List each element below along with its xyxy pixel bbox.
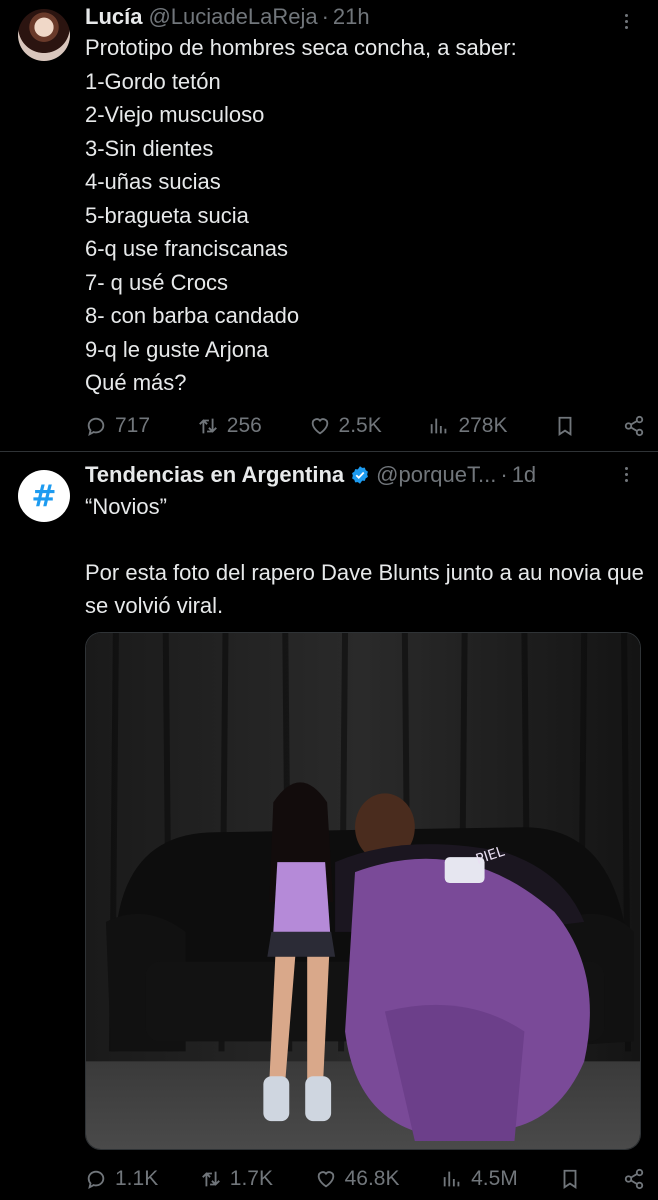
share-button[interactable] xyxy=(623,1168,645,1190)
action-bar: 717 256 2.5K 278K xyxy=(85,411,645,441)
repost-icon xyxy=(201,1171,220,1187)
views-button[interactable]: 4.5M xyxy=(441,1167,518,1191)
reply-button[interactable]: 717 xyxy=(85,414,150,438)
repost-button[interactable]: 1.7K xyxy=(200,1167,273,1191)
author-handle[interactable]: @LuciadeLaReja xyxy=(148,4,317,30)
author-handle[interactable]: @porqueT... xyxy=(376,462,496,488)
repost-count: 1.7K xyxy=(229,1167,273,1190)
tweet-header: Tendencias en Argentina @porqueT... · 1d xyxy=(85,462,536,488)
author-name[interactable]: Lucía xyxy=(85,4,142,30)
bookmark-button[interactable] xyxy=(554,415,576,437)
avatar[interactable]: # xyxy=(18,470,70,522)
like-button[interactable]: 2.5K xyxy=(309,414,382,438)
bookmark-icon xyxy=(563,1169,577,1189)
more-icon[interactable] xyxy=(616,9,636,33)
views-count: 278K xyxy=(458,414,508,437)
repost-button[interactable]: 256 xyxy=(197,414,262,438)
repost-count: 256 xyxy=(226,414,262,437)
verified-icon xyxy=(350,465,370,485)
separator: · xyxy=(500,462,508,487)
reply-icon xyxy=(87,1170,105,1190)
like-count: 2.5K xyxy=(338,414,382,437)
reply-count: 717 xyxy=(115,414,151,437)
like-icon xyxy=(311,418,328,435)
tweet-text: Prototipo de hombres seca concha, a sabe… xyxy=(85,35,517,395)
avatar[interactable] xyxy=(18,9,70,61)
timestamp[interactable]: 1d xyxy=(512,462,536,488)
views-icon xyxy=(443,1171,460,1187)
bookmark-icon xyxy=(558,416,572,436)
tweet-text: “Novios” Por esta foto del rapero Dave B… xyxy=(85,494,644,618)
like-button[interactable]: 46.8K xyxy=(315,1167,400,1191)
more-icon[interactable] xyxy=(616,462,636,486)
reply-button[interactable]: 1.1K xyxy=(85,1167,158,1191)
share-button[interactable] xyxy=(623,415,645,437)
views-icon xyxy=(431,418,447,434)
tweet-photo[interactable]: PIEL xyxy=(85,632,641,1150)
views-count: 4.5M xyxy=(471,1167,518,1190)
photo-illustration: PIEL xyxy=(86,633,640,1149)
like-icon xyxy=(317,1171,334,1188)
author-name[interactable]: Tendencias en Argentina xyxy=(85,462,344,488)
views-button[interactable]: 278K xyxy=(428,414,508,438)
tweet[interactable]: Lucía @LuciadeLaReja · 21h Prototipo de … xyxy=(0,0,658,452)
share-icon xyxy=(624,1168,644,1190)
timestamp[interactable]: 21h xyxy=(333,4,370,30)
like-count: 46.8K xyxy=(344,1167,400,1190)
repost-icon xyxy=(198,418,217,434)
bookmark-button[interactable] xyxy=(559,1168,581,1190)
separator: · xyxy=(321,4,329,29)
tweet-header: Lucía @LuciadeLaReja · 21h xyxy=(85,4,370,30)
reply-count: 1.1K xyxy=(115,1167,159,1190)
hashtag-icon: # xyxy=(31,478,57,514)
share-icon xyxy=(624,415,644,437)
reply-icon xyxy=(87,417,105,437)
tweet[interactable]: # Tendencias en Argentina @porqueT... · … xyxy=(0,452,658,1200)
action-bar: 1.1K 1.7K 46.8K 4.5M xyxy=(85,1164,645,1194)
